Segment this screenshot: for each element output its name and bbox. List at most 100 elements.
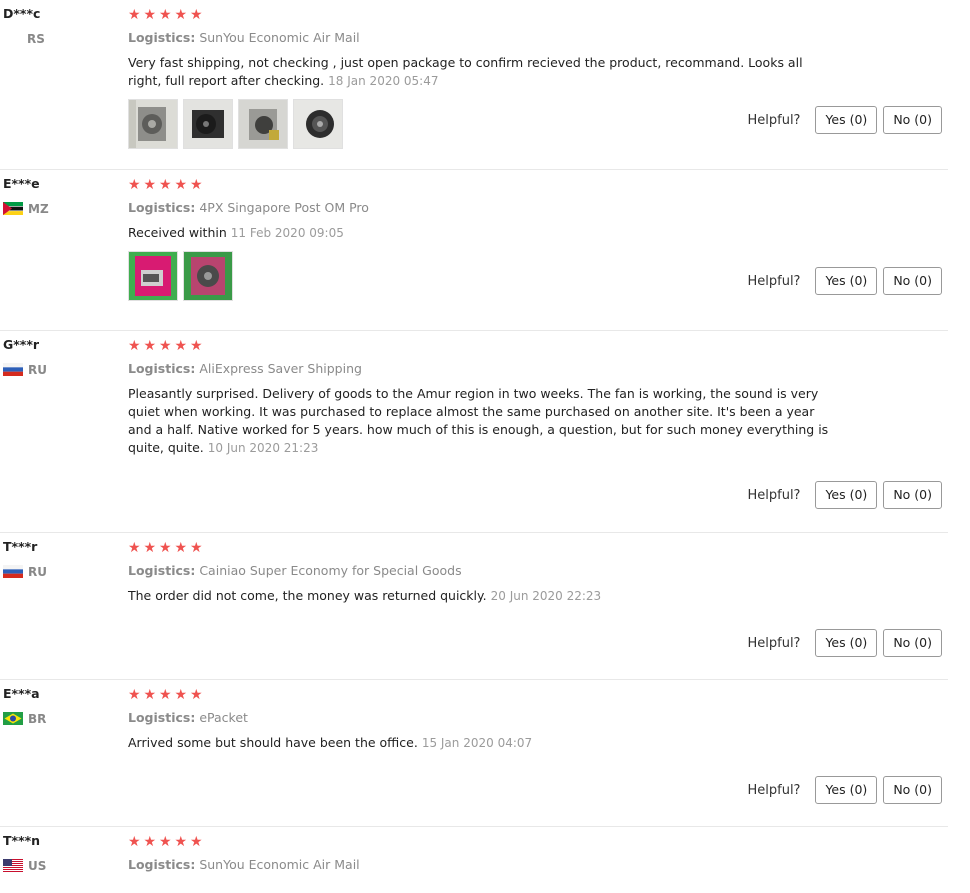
logistics-info: Logistics: SunYou Economic Air Mail <box>128 30 948 46</box>
review-photo-thumbnail[interactable] <box>128 99 178 149</box>
logistics-method: AliExpress Saver Shipping <box>199 361 362 376</box>
star-icon: ★ <box>159 540 173 556</box>
star-rating: ★ ★ ★ ★ ★ <box>128 833 948 851</box>
star-icon: ★ <box>174 7 189 23</box>
review-item: T***r RU ★ ★ ★ ★ ★ Logistics: Cainiao Super … <box>0 533 948 680</box>
reviewer-name: D***c <box>3 6 41 21</box>
star-icon: ★ <box>143 540 158 556</box>
helpful-votes: Helpful? Yes (0) No (0) <box>747 267 942 295</box>
logistics-info: Logistics: AliExpress Saver Shipping <box>128 361 948 377</box>
logistics-info: Logistics: Cainiao Super Economy for Spe… <box>128 563 948 579</box>
country-code: US <box>28 859 47 873</box>
logistics-info: Logistics: 4PX Singapore Post OM Pro <box>128 200 948 216</box>
star-icon: ★ <box>128 687 142 703</box>
country-code: RS <box>27 32 45 46</box>
star-rating: ★ ★ ★ ★ ★ <box>128 686 948 704</box>
logistics-method: SunYou Economic Air Mail <box>199 30 360 45</box>
reviewer-name: T***n <box>3 833 41 848</box>
star-icon: ★ <box>174 177 189 193</box>
review-list: D***c RS ★ ★ ★ ★ ★ Logistics: SunYou Economi… <box>0 0 948 893</box>
usa-flag-icon <box>3 859 23 872</box>
review-photo-thumbnail[interactable] <box>183 251 233 301</box>
russia-flag-icon <box>3 363 23 376</box>
helpful-label: Helpful? <box>747 113 801 128</box>
star-icon: ★ <box>190 7 204 23</box>
country-code: MZ <box>28 202 49 216</box>
helpful-yes-button[interactable]: Yes (0) <box>815 629 878 657</box>
reviewer-country: US <box>3 858 103 874</box>
logistics-method: Cainiao Super Economy for Special Goods <box>199 563 462 578</box>
review-text-block: Pleasantly surprised. Delivery of goods … <box>128 385 833 457</box>
review-text-block: The order did not come, the money was re… <box>128 587 833 605</box>
reviewer-info: E***e MZ <box>3 176 103 217</box>
review-body: ★ ★ ★ ★ ★ Logistics: SunYou Economic Air Mai… <box>128 833 948 873</box>
helpful-label: Helpful? <box>747 488 801 503</box>
star-icon: ★ <box>128 834 142 850</box>
star-icon: ★ <box>190 177 204 193</box>
star-rating: ★ ★ ★ ★ ★ <box>128 539 948 557</box>
helpful-yes-button[interactable]: Yes (0) <box>815 776 878 804</box>
star-icon: ★ <box>190 687 204 703</box>
reviewer-info: D***c RS <box>3 6 103 47</box>
logistics-info: Logistics: ePacket <box>128 710 948 726</box>
star-icon: ★ <box>174 338 189 354</box>
reviewer-info: E***a BR <box>3 686 103 727</box>
star-icon: ★ <box>159 177 173 193</box>
review-date: 11 Feb 2020 09:05 <box>230 226 344 240</box>
review-photo-thumbnail[interactable] <box>238 99 288 149</box>
helpful-no-button[interactable]: No (0) <box>883 481 942 509</box>
helpful-votes: Helpful? Yes (0) No (0) <box>747 106 942 134</box>
helpful-label: Helpful? <box>747 783 801 798</box>
helpful-label: Helpful? <box>747 636 801 651</box>
logistics-method: ePacket <box>199 710 248 725</box>
helpful-label: Helpful? <box>747 274 801 289</box>
country-code: BR <box>28 712 47 726</box>
country-code: RU <box>28 565 47 579</box>
reviewer-name: T***r <box>3 539 38 554</box>
review-body: ★ ★ ★ ★ ★ Logistics: ePacket Arrived some bu… <box>128 686 948 752</box>
logistics-label: Logistics: <box>128 361 196 376</box>
review-photo-thumbnail[interactable] <box>128 251 178 301</box>
reviewer-name: G***r <box>3 337 40 352</box>
review-photo-thumbnail[interactable] <box>183 99 233 149</box>
logistics-info: Logistics: SunYou Economic Air Mail <box>128 857 948 873</box>
star-icon: ★ <box>128 7 142 23</box>
reviewer-name: E***a <box>3 686 40 701</box>
helpful-yes-button[interactable]: Yes (0) <box>815 481 878 509</box>
helpful-no-button[interactable]: No (0) <box>883 776 942 804</box>
helpful-yes-button[interactable]: Yes (0) <box>815 106 878 134</box>
review-text-block: Very fast shipping, not checking , just … <box>128 54 833 90</box>
reviewer-country: RS <box>3 31 103 47</box>
star-icon: ★ <box>174 540 189 556</box>
logistics-method: SunYou Economic Air Mail <box>199 857 360 872</box>
review-text: Arrived some but should have been the of… <box>128 735 418 750</box>
logistics-label: Logistics: <box>128 200 196 215</box>
review-text: The order did not come, the money was re… <box>128 588 487 603</box>
star-icon: ★ <box>159 687 173 703</box>
helpful-votes: Helpful? Yes (0) No (0) <box>747 776 942 804</box>
star-icon: ★ <box>143 834 158 850</box>
review-body: ★ ★ ★ ★ ★ Logistics: Cainiao Super Economy f… <box>128 539 948 605</box>
star-rating: ★ ★ ★ ★ ★ <box>128 337 948 355</box>
review-text: Received within <box>128 225 227 240</box>
country-code: RU <box>28 363 47 377</box>
logistics-label: Logistics: <box>128 30 196 45</box>
review-item: D***c RS ★ ★ ★ ★ ★ Logistics: SunYou Economi… <box>0 0 948 170</box>
star-icon: ★ <box>143 177 158 193</box>
reviewer-country: RU <box>3 362 103 378</box>
star-icon: ★ <box>159 7 173 23</box>
star-icon: ★ <box>128 177 142 193</box>
star-icon: ★ <box>174 687 189 703</box>
helpful-no-button[interactable]: No (0) <box>883 629 942 657</box>
star-icon: ★ <box>190 338 204 354</box>
reviewer-info: G***r RU <box>3 337 103 378</box>
review-photo-thumbnail[interactable] <box>293 99 343 149</box>
helpful-yes-button[interactable]: Yes (0) <box>815 267 878 295</box>
helpful-no-button[interactable]: No (0) <box>883 106 942 134</box>
star-icon: ★ <box>159 834 173 850</box>
helpful-votes: Helpful? Yes (0) No (0) <box>747 629 942 657</box>
russia-flag-icon <box>3 565 23 578</box>
review-date: 10 Jun 2020 21:23 <box>207 441 319 455</box>
helpful-no-button[interactable]: No (0) <box>883 267 942 295</box>
star-rating: ★ ★ ★ ★ ★ <box>128 6 948 24</box>
